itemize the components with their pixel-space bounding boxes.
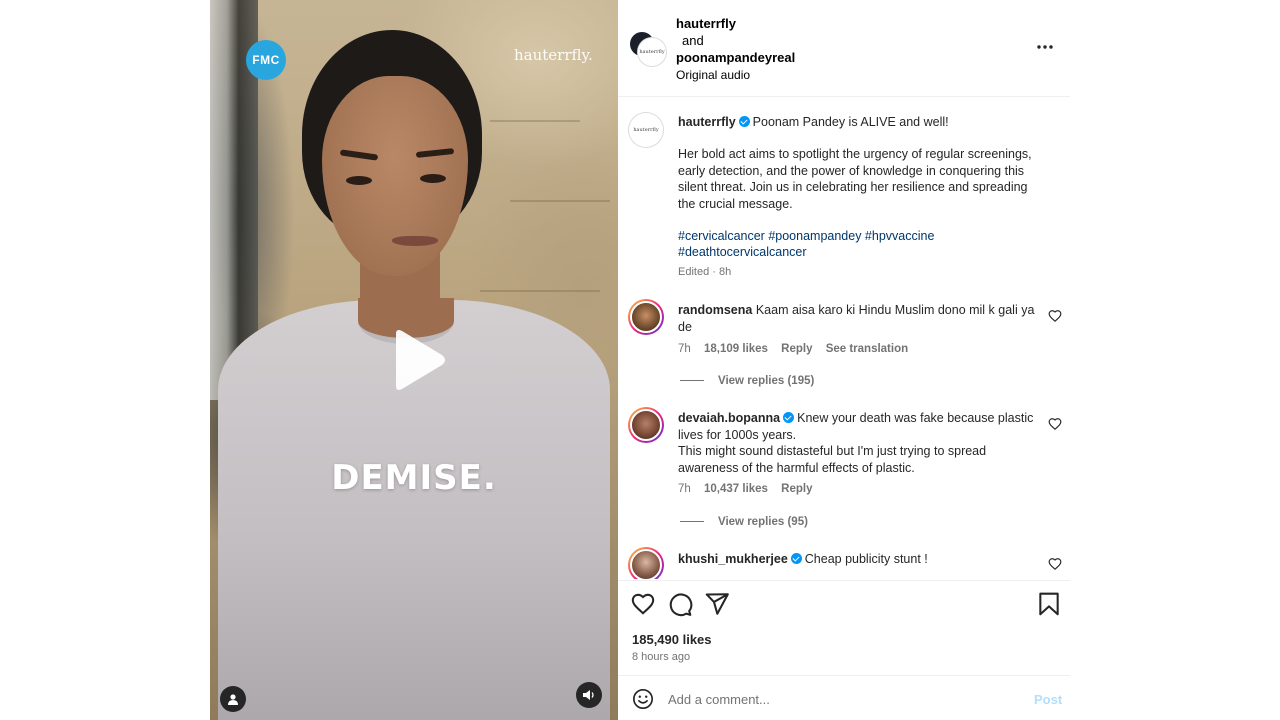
user-icon	[228, 694, 238, 705]
mouth	[392, 236, 438, 246]
comment-meta: 7h 18,109 likes Reply See translation	[678, 343, 918, 355]
view-replies-button[interactable]: View replies (195)	[680, 375, 814, 387]
avatar: hauterrfly	[638, 38, 666, 66]
post-button[interactable]: Post	[1034, 692, 1062, 707]
reel-video[interactable]: FMC hauterrfly. DEMISE.	[210, 0, 618, 720]
coauthor-link[interactable]: poonampandeyreal	[676, 50, 795, 65]
emoji-icon	[633, 689, 653, 709]
save-button[interactable]	[1036, 591, 1062, 617]
play-icon	[396, 330, 445, 390]
caption-username[interactable]: hauterrfly	[678, 115, 736, 129]
post-time[interactable]: 8 hours ago	[632, 651, 690, 663]
reply-button[interactable]: Reply	[781, 343, 812, 355]
verified-icon	[738, 116, 750, 127]
right-eye	[420, 174, 446, 183]
view-replies-button[interactable]: View replies (95)	[680, 516, 808, 528]
avatar[interactable]	[628, 407, 664, 443]
author-connector: and	[682, 33, 704, 48]
heart-icon	[631, 593, 655, 615]
comment-username[interactable]: randomsena	[678, 303, 752, 317]
bookmark-icon	[1039, 592, 1059, 616]
audio-link[interactable]: Original audio	[676, 68, 750, 82]
comment-body: Cheap publicity stunt !	[804, 552, 928, 566]
caption-edited: Edited · 8h	[678, 266, 732, 278]
avatar-photo	[630, 549, 662, 579]
comment-likes[interactable]: 10,437 likes	[704, 483, 768, 495]
avatar-photo	[630, 409, 662, 441]
avatar-photo	[630, 301, 662, 333]
see-translation-button[interactable]: See translation	[826, 343, 908, 355]
avatar[interactable]: hauterrfly	[628, 112, 664, 148]
comment-body-continued: This might sound distasteful but I'm jus…	[678, 444, 987, 475]
like-count[interactable]: 185,490 likes	[632, 632, 712, 647]
send-icon	[705, 593, 729, 615]
comment-text: devaiah.bopanna Knew your death was fake …	[678, 410, 1046, 443]
avatar-mark: hauterrfly	[629, 113, 663, 147]
mute-button[interactable]	[576, 682, 602, 708]
comment-button[interactable]	[667, 591, 693, 617]
comments-scroll[interactable]: hauterrfly hauterrfly Poonam Pandey is AL…	[618, 98, 1070, 579]
comment-time: 7h	[678, 343, 691, 355]
tagged-users-button[interactable]	[220, 686, 246, 712]
caption-body: Her bold act aims to spotlight the urgen…	[678, 147, 1032, 211]
comment-text: randomsena Kaam aisa karo ki Hindu Musli…	[678, 302, 1046, 335]
comment-time: 7h	[678, 483, 691, 495]
comment-username[interactable]: khushi_mukherjee	[678, 552, 788, 566]
share-button[interactable]	[704, 591, 730, 617]
more-options-button[interactable]	[1034, 38, 1056, 56]
like-comment-heart-icon[interactable]	[1048, 309, 1062, 323]
comment-username[interactable]: devaiah.bopanna	[678, 411, 780, 425]
like-comment-heart-icon[interactable]	[1048, 417, 1062, 431]
comment-form: Post	[618, 675, 1070, 720]
play-button[interactable]	[388, 328, 448, 392]
post-panel: hauterrfly hauterrfly and poonampandeyre…	[618, 0, 1070, 720]
comment-meta: 7h 10,437 likes Reply	[678, 483, 822, 495]
caption-headline: Poonam Pandey is ALIVE and well!	[752, 115, 949, 129]
comment-text: khushi_mukherjee Cheap publicity stunt !	[678, 551, 1046, 568]
avatar[interactable]	[628, 547, 664, 579]
hashtag-line[interactable]: #deathtocervicalcancer	[678, 244, 1046, 261]
face	[322, 76, 468, 276]
like-comment-heart-icon[interactable]	[1048, 557, 1062, 571]
comment-likes[interactable]: 18,109 likes	[704, 343, 768, 355]
avatar[interactable]	[628, 299, 664, 335]
hashtag-line[interactable]: #cervicalcancer #poonampandey #hpvvaccin…	[678, 228, 1046, 245]
comment-input[interactable]	[668, 688, 1008, 710]
like-button[interactable]	[630, 591, 656, 617]
author-avatars[interactable]: hauterrfly	[630, 32, 666, 66]
reply-button[interactable]: Reply	[781, 483, 812, 495]
caption-text: hauterrfly Poonam Pandey is ALIVE and wel…	[678, 114, 1046, 131]
post-header: hauterrfly hauterrfly and poonampandeyre…	[618, 0, 1070, 97]
verified-icon	[790, 553, 802, 564]
action-bar: 185,490 likes 8 hours ago	[618, 580, 1070, 674]
watermark: hauterrfly.	[514, 46, 593, 64]
fmc-logo: FMC	[246, 40, 286, 80]
comment-icon	[669, 593, 693, 617]
left-eye	[346, 176, 372, 185]
speaker-icon	[583, 690, 594, 700]
author-link[interactable]: hauterrfly	[676, 16, 736, 31]
emoji-button[interactable]	[632, 688, 654, 710]
video-overlay-text: DEMISE.	[331, 458, 497, 498]
more-icon	[1037, 45, 1053, 49]
verified-icon	[783, 412, 795, 423]
